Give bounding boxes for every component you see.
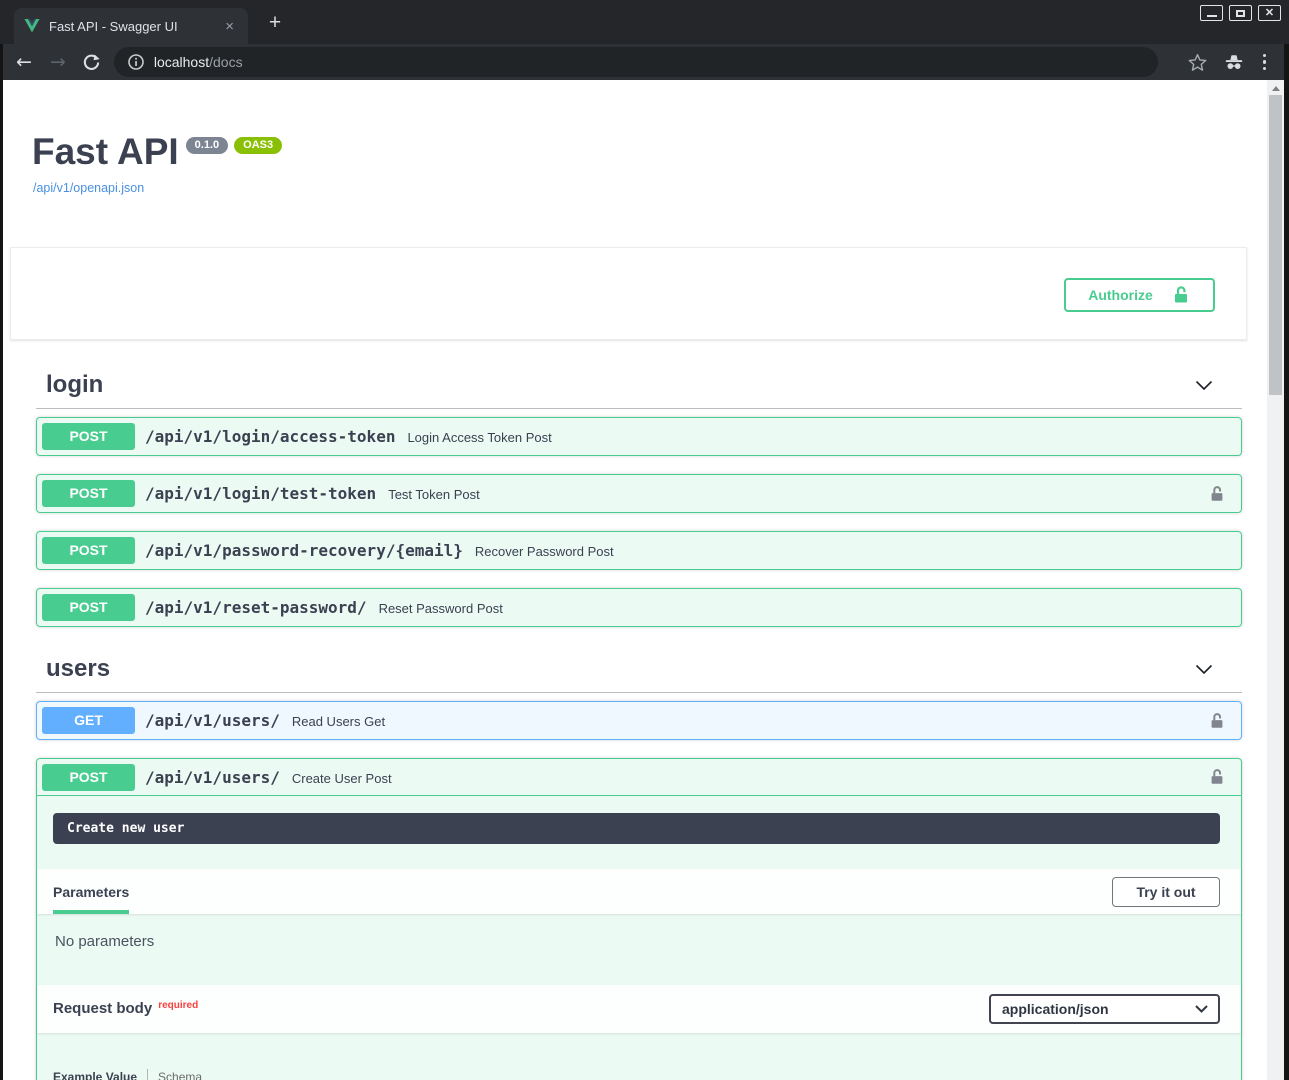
site-info-icon[interactable]: [128, 54, 144, 70]
browser-toolbar: ← → localhost/docs: [3, 44, 1284, 80]
section-login: login POST /api/v1/login/access-token Lo…: [36, 362, 1242, 627]
operation-summary: Test Token Post: [388, 485, 480, 502]
browser-menu-button[interactable]: [1263, 54, 1267, 71]
section-header-users[interactable]: users: [36, 646, 1242, 693]
operation-path: /api/v1/users/: [145, 711, 280, 730]
oas3-badge: OAS3: [234, 137, 282, 154]
operation-path: /api/v1/reset-password/: [145, 598, 367, 617]
maximize-button[interactable]: [1229, 5, 1252, 21]
section-users: users GET /api/v1/users/ Read Users Get: [36, 646, 1242, 1080]
chevron-down-icon: [1195, 1005, 1208, 1013]
minimize-icon: [1207, 15, 1217, 17]
incognito-indicator: [1223, 51, 1245, 73]
browser-window: Fast API - Swagger UI × + ✕ ← →: [0, 0, 1289, 1080]
method-badge: POST: [42, 764, 135, 791]
star-icon: [1188, 53, 1207, 72]
section-title: login: [46, 371, 103, 399]
operation-summary: Login Access Token Post: [407, 428, 551, 445]
operation-row[interactable]: POST /api/v1/login/access-token Login Ac…: [36, 417, 1242, 456]
example-value-tab[interactable]: Example Value: [53, 1070, 137, 1080]
section-title: users: [46, 655, 110, 683]
unlock-icon: [1208, 768, 1226, 786]
address-bar[interactable]: localhost/docs: [114, 47, 1158, 77]
bookmark-star-button[interactable]: [1188, 53, 1207, 72]
operation-row[interactable]: POST /api/v1/password-recovery/{email} R…: [36, 531, 1242, 570]
auth-lock-button[interactable]: [1208, 485, 1226, 503]
swagger-page: Fast API 0.1.0 OAS3 /api/v1/openapi.json…: [3, 80, 1267, 1080]
parameters-header: Parameters Try it out: [37, 869, 1241, 914]
tab-close-icon[interactable]: ×: [221, 17, 238, 36]
tab-title: Fast API - Swagger UI: [49, 19, 221, 34]
unlock-icon: [1208, 485, 1226, 503]
auth-lock-button[interactable]: [1208, 712, 1226, 730]
method-badge: POST: [42, 594, 135, 621]
auth-lock-button[interactable]: [1208, 768, 1226, 786]
parameters-tab[interactable]: Parameters: [53, 869, 129, 914]
scrollbar-thumb[interactable]: [1269, 95, 1282, 395]
operation-summary: Read Users Get: [292, 712, 385, 729]
request-body-header: Request body required application/json: [37, 985, 1241, 1033]
authorize-button[interactable]: Authorize: [1064, 278, 1215, 312]
schema-tab[interactable]: Schema: [158, 1070, 202, 1080]
reload-icon: [82, 53, 101, 72]
reload-button[interactable]: [82, 53, 101, 72]
url-text[interactable]: localhost/docs: [154, 54, 243, 70]
url-host: localhost: [154, 54, 209, 70]
operation-path: /api/v1/login/access-token: [145, 427, 395, 446]
method-badge: POST: [42, 480, 135, 507]
collapse-chevron-icon[interactable]: [1194, 375, 1214, 395]
operation-path: /api/v1/users/: [145, 768, 280, 787]
scheme-container: Authorize: [10, 247, 1247, 340]
operation-summary: Create User Post: [292, 769, 392, 786]
operation-summary: Recover Password Post: [475, 542, 614, 559]
window-close-button[interactable]: ✕: [1258, 5, 1281, 21]
page-title: Fast API: [32, 133, 179, 171]
request-body-label: Request body: [53, 1000, 152, 1017]
try-it-out-button[interactable]: Try it out: [1112, 877, 1220, 907]
vue-favicon-icon: [24, 18, 40, 34]
operation-path: /api/v1/login/test-token: [145, 484, 376, 503]
no-parameters-text: No parameters: [37, 914, 1241, 985]
content-type-select[interactable]: application/json: [989, 994, 1220, 1024]
browser-tab[interactable]: Fast API - Swagger UI ×: [14, 8, 248, 44]
content-type-value: application/json: [1002, 1001, 1109, 1017]
page-scrollbar[interactable]: [1267, 80, 1284, 1080]
forward-button[interactable]: →: [50, 53, 66, 72]
method-badge: POST: [42, 537, 135, 564]
operation-description: Create new user: [53, 813, 1220, 844]
model-tabs: Example Value Schema: [53, 1069, 1241, 1080]
operation-row[interactable]: POST /api/v1/reset-password/ Reset Passw…: [36, 588, 1242, 627]
incognito-icon: [1223, 51, 1245, 73]
scroll-up-arrow[interactable]: [1272, 86, 1280, 91]
required-badge: required: [158, 1000, 198, 1011]
operation-row[interactable]: POST /api/v1/login/test-token Test Token…: [36, 474, 1242, 513]
method-badge: POST: [42, 423, 135, 450]
operation-body: Create new user Parameters Try it out No…: [37, 813, 1241, 1080]
url-path: /docs: [209, 54, 242, 70]
operation-row[interactable]: GET /api/v1/users/ Read Users Get: [36, 701, 1242, 740]
window-close-icon: ✕: [1265, 8, 1274, 19]
operation-path: /api/v1/password-recovery/{email}: [145, 541, 463, 560]
unlock-icon: [1208, 712, 1226, 730]
unlock-icon: [1171, 285, 1191, 305]
tab-divider: [147, 1069, 148, 1080]
operation-block-expanded: POST /api/v1/users/ Create User Post: [36, 758, 1242, 1080]
new-tab-button[interactable]: +: [262, 12, 288, 34]
openapi-spec-link[interactable]: /api/v1/openapi.json: [33, 181, 144, 195]
section-header-login[interactable]: login: [36, 362, 1242, 409]
operation-summary: Reset Password Post: [379, 599, 503, 616]
browser-titlebar: Fast API - Swagger UI × + ✕: [0, 0, 1289, 44]
maximize-icon: [1236, 10, 1245, 17]
api-info: Fast API 0.1.0 OAS3 /api/v1/openapi.json: [3, 80, 1267, 197]
authorize-label: Authorize: [1088, 287, 1153, 303]
collapse-chevron-icon[interactable]: [1194, 659, 1214, 679]
operation-row[interactable]: POST /api/v1/users/ Create User Post: [37, 759, 1241, 796]
version-badge: 0.1.0: [186, 137, 228, 154]
minimize-button[interactable]: [1200, 5, 1223, 21]
method-badge: GET: [42, 707, 135, 734]
back-button[interactable]: ←: [16, 53, 32, 72]
